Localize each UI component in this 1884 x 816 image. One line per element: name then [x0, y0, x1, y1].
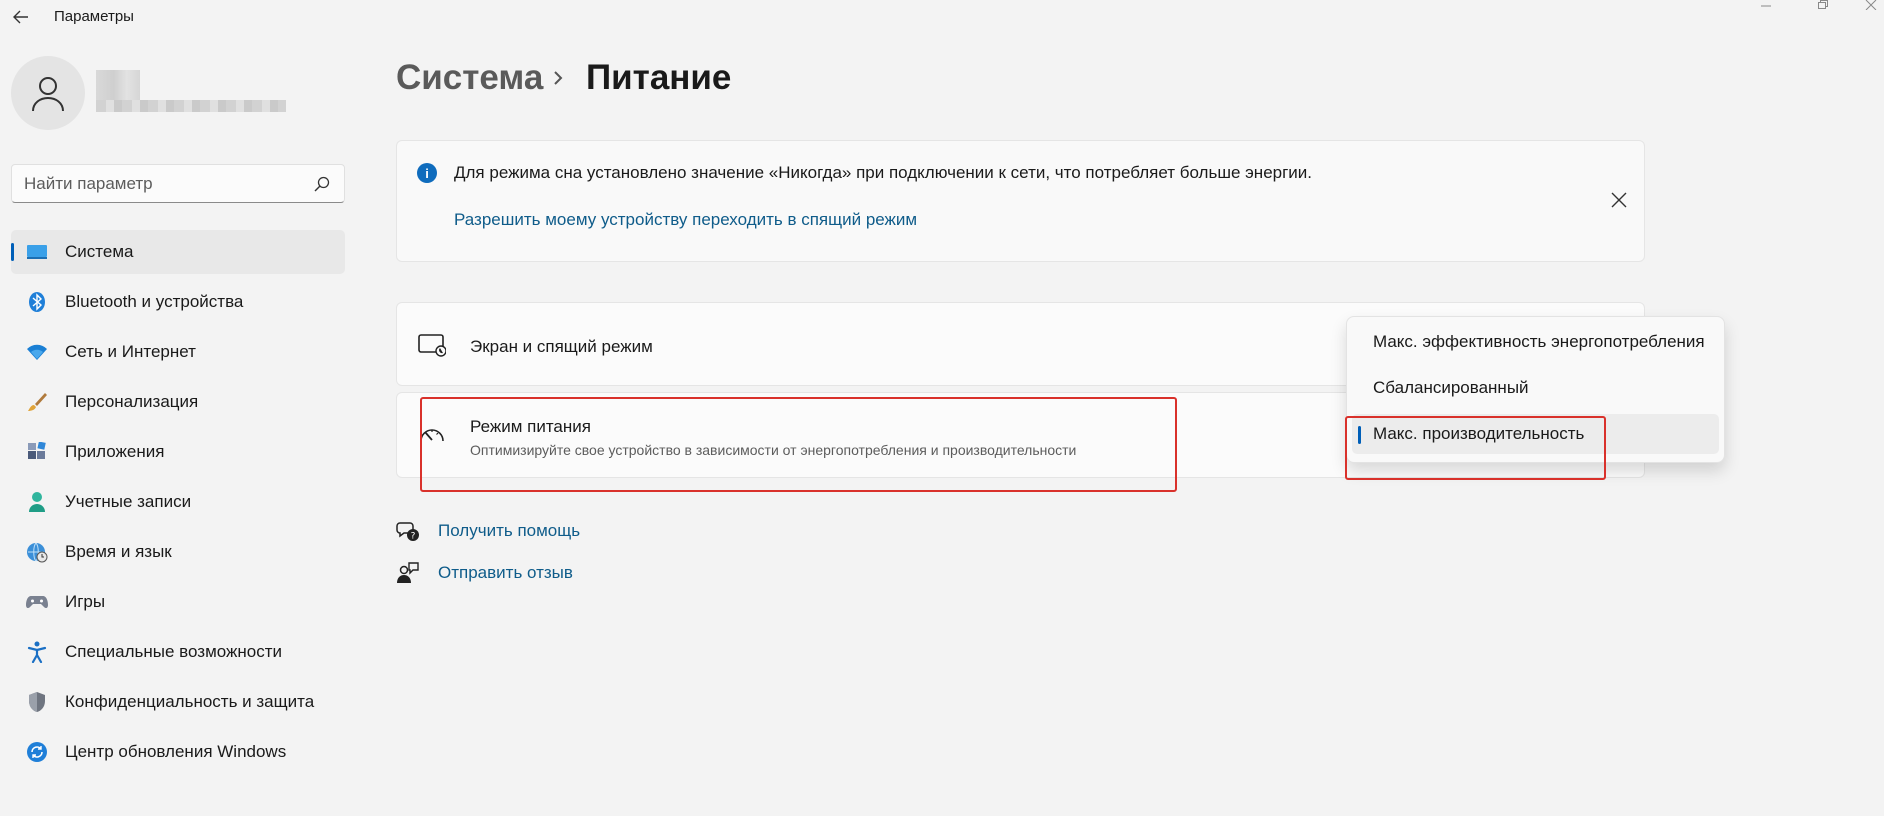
sidebar-item-label: Bluetooth и устройства [65, 292, 244, 311]
info-icon: i [417, 163, 437, 183]
account-icon [25, 490, 49, 514]
update-icon [25, 740, 49, 764]
power-mode-subtitle: Оптимизируйте свое устройство в зависимо… [470, 442, 1077, 458]
accessibility-icon [25, 640, 49, 664]
allow-sleep-link[interactable]: Разрешить моему устройству переходить в … [454, 210, 917, 230]
page-title: Питание [586, 58, 732, 97]
feedback-icon [396, 561, 420, 585]
globe-clock-icon [25, 540, 49, 564]
sidebar-item-apps[interactable]: Приложения [11, 430, 345, 474]
get-help-link[interactable]: ? Получить помощь [396, 518, 580, 544]
sidebar-item-windows-update[interactable]: Центр обновления Windows [11, 730, 345, 774]
send-feedback-link[interactable]: Отправить отзыв [396, 560, 573, 586]
app-title: Параметры [54, 8, 134, 25]
sidebar-nav: Система Bluetooth и устройства Сеть и Ин… [11, 230, 345, 780]
sidebar-item-label: Время и язык [65, 542, 172, 561]
sidebar-item-privacy[interactable]: Конфиденциальность и защита [11, 680, 345, 724]
sidebar-item-label: Сеть и Интернет [65, 342, 196, 361]
user-icon [32, 77, 64, 112]
back-button[interactable] [8, 5, 34, 29]
restore-icon [1818, 0, 1828, 9]
power-mode-title: Режим питания [470, 417, 591, 436]
minimize-button[interactable] [1743, 0, 1789, 14]
power-mode-option-balanced[interactable]: Сбалансированный [1352, 368, 1719, 408]
sidebar-item-label: Приложения [65, 442, 165, 461]
wifi-icon [25, 340, 49, 364]
get-help-label: Получить помощь [438, 521, 581, 540]
close-icon [1611, 192, 1627, 208]
arrow-left-icon [13, 10, 28, 24]
sleep-info-banner: i Для режима сна установлено значение «Н… [396, 140, 1645, 262]
gauge-icon [417, 419, 447, 449]
shield-icon [25, 690, 49, 714]
user-email-redacted [96, 100, 286, 112]
sidebar-item-time-language[interactable]: Время и язык [11, 530, 345, 574]
sidebar-item-network[interactable]: Сеть и Интернет [11, 330, 345, 374]
search-box[interactable] [11, 164, 345, 203]
banner-close-button[interactable] [1607, 188, 1631, 212]
power-mode-option-efficiency[interactable]: Макс. эффективность энергопотребления [1352, 322, 1719, 362]
banner-message: Для режима сна установлено значение «Ник… [454, 163, 1313, 182]
minimize-icon [1761, 5, 1771, 7]
sidebar-item-label: Конфиденциальность и защита [65, 692, 315, 711]
sidebar-item-bluetooth[interactable]: Bluetooth и устройства [11, 280, 345, 324]
chevron-right-icon [550, 66, 566, 90]
sidebar-item-label: Учетные записи [65, 492, 192, 511]
apps-icon [25, 440, 49, 464]
send-feedback-label: Отправить отзыв [438, 563, 573, 582]
restore-button[interactable] [1800, 0, 1846, 14]
sidebar-item-system[interactable]: Система [11, 230, 345, 274]
help-chat-icon: ? [396, 519, 420, 543]
close-window-button[interactable] [1857, 0, 1884, 14]
breadcrumb-parent[interactable]: Система [396, 58, 543, 98]
sidebar-item-personalization[interactable]: Персонализация [11, 380, 345, 424]
search-input[interactable] [24, 173, 312, 194]
sidebar-item-gaming[interactable]: Игры [11, 580, 345, 624]
title-bar: Параметры [0, 0, 1884, 34]
close-icon [1865, 0, 1876, 10]
sidebar-item-accounts[interactable]: Учетные записи [11, 480, 345, 524]
bluetooth-icon [25, 290, 49, 314]
sidebar-item-label: Специальные возможности [65, 642, 283, 661]
sidebar-item-label: Персонализация [65, 392, 199, 411]
sidebar-item-label: Центр обновления Windows [65, 742, 287, 761]
svg-text:?: ? [411, 532, 416, 542]
gamepad-icon [25, 590, 49, 614]
power-mode-option-performance[interactable]: Макс. производительность [1352, 414, 1719, 454]
avatar[interactable] [11, 56, 85, 130]
sidebar-item-label: Игры [65, 592, 106, 611]
search-icon[interactable] [312, 174, 332, 194]
sidebar-item-label: Система [65, 242, 134, 261]
power-mode-dropdown[interactable]: Макс. эффективность энергопотребления Сб… [1346, 316, 1725, 463]
screen-sleep-icon [417, 330, 447, 360]
sidebar-item-accessibility[interactable]: Специальные возможности [11, 630, 345, 674]
system-icon [25, 240, 49, 264]
brush-icon [25, 390, 49, 414]
screen-sleep-title: Экран и спящий режим [470, 337, 653, 356]
